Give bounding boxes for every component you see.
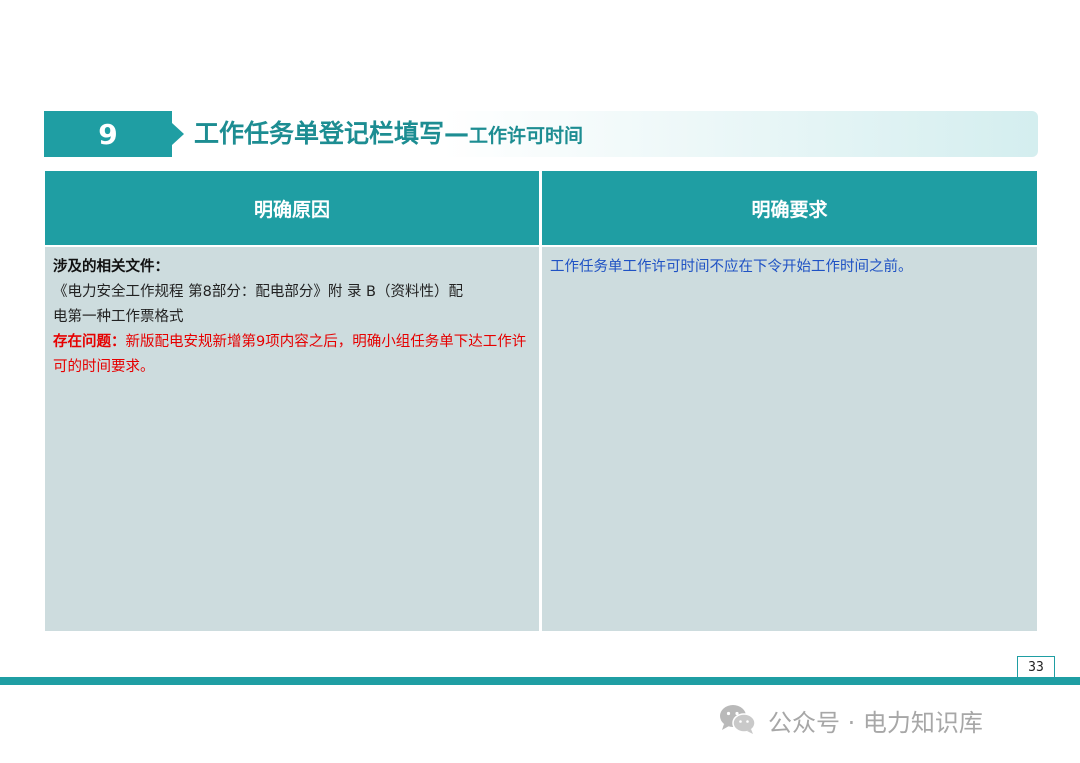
footer-divider xyxy=(0,677,1080,685)
watermark-text: 公众号 · 电力知识库 xyxy=(768,708,983,737)
issue-block: 存在问题：新版配电安规新增第9项内容之后，明确小组任务单下达工作许可的时间要求。 xyxy=(53,330,531,380)
watermark: 公众号 · 电力知识库 xyxy=(718,700,983,740)
related-docs-text-line2: 电第一种工作票格式 xyxy=(53,309,184,325)
wechat-icon xyxy=(720,705,756,734)
section-arrow-icon xyxy=(172,123,184,145)
column-header-reason: 明确原因 xyxy=(45,171,539,245)
page-number: 33 xyxy=(1017,656,1055,678)
reason-cell: 涉及的相关文件： 《电力安全工作规程 第8部分：配电部分》附 录 B（资料性）配… xyxy=(45,247,539,631)
section-title-sub: 工作许可时间 xyxy=(469,125,584,147)
column-header-requirement: 明确要求 xyxy=(542,171,1037,245)
section-title: 工作任务单登记栏填写— 工作许可时间 xyxy=(194,111,583,157)
section-number: 9 xyxy=(44,111,172,157)
related-docs-text-line1: 《电力安全工作规程 第8部分：配电部分》附 录 B（资料性）配 xyxy=(53,284,463,300)
section-title-main: 工作任务单登记栏填写— xyxy=(194,119,470,148)
requirement-text: 工作任务单工作许可时间不应在下令开始工作时间之前。 xyxy=(550,259,913,275)
related-docs-label: 涉及的相关文件： xyxy=(53,259,169,275)
issue-label: 存在问题： xyxy=(53,334,126,350)
requirement-cell: 工作任务单工作许可时间不应在下令开始工作时间之前。 xyxy=(542,247,1037,631)
